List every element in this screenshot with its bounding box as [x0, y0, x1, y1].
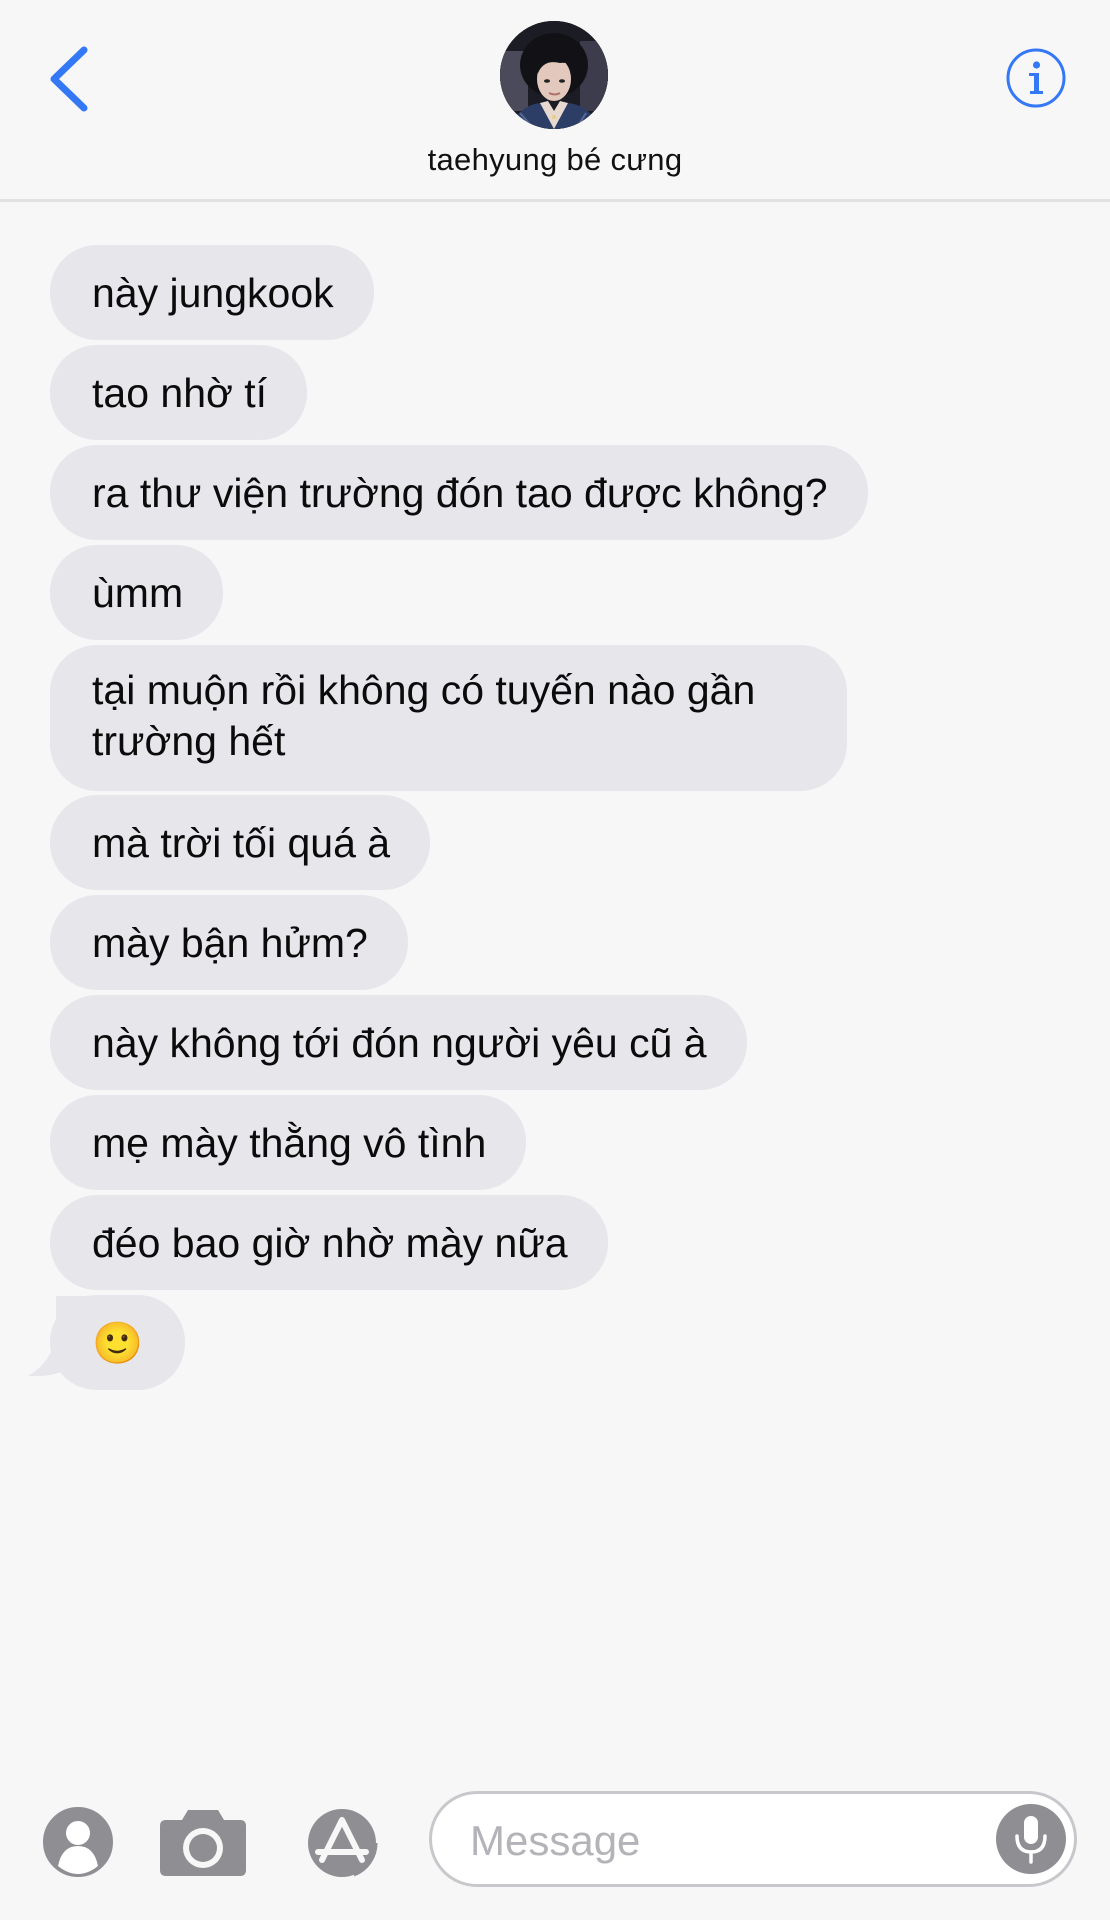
camera-icon	[160, 1810, 246, 1876]
message-input[interactable]	[468, 1812, 992, 1870]
chevron-left-icon	[50, 46, 88, 112]
microphone-icon	[996, 1804, 1066, 1874]
person-circle-icon	[43, 1807, 113, 1877]
message-bubble-emoji[interactable]: 🙂	[50, 1295, 186, 1390]
message-bubble[interactable]: mày bận hửm?	[50, 895, 408, 990]
contact-avatar[interactable]	[500, 21, 608, 129]
message-bubble[interactable]: này không tới đón người yêu cũ à	[50, 995, 747, 1090]
message-bubble[interactable]: tại muộn rồi không có tuyến nào gần trườ…	[50, 645, 847, 791]
app-store-button[interactable]	[298, 1806, 394, 1880]
message-bubble[interactable]: tao nhờ tí	[50, 345, 308, 440]
message-bubble[interactable]: ra thư viện trường đón tao được không?	[50, 445, 868, 540]
back-button[interactable]	[44, 44, 100, 114]
slightly-smiling-face-emoji: 🙂	[92, 1319, 144, 1367]
conversation-header: taehyung bé cưng	[0, 0, 1110, 202]
message-bubble[interactable]: này jungkook	[50, 245, 374, 340]
message-bubble[interactable]: mẹ mày thằng vô tình	[50, 1095, 527, 1190]
message-bubble[interactable]: đéo bao giờ nhờ mày nữa	[50, 1195, 608, 1290]
message-field[interactable]	[429, 1791, 1077, 1887]
dictation-button[interactable]	[996, 1804, 1066, 1874]
compose-bar	[0, 1778, 1110, 1920]
info-button[interactable]	[1005, 47, 1067, 109]
message-bubble[interactable]: ùmm	[50, 545, 224, 640]
camera-button[interactable]	[158, 1806, 248, 1878]
avatar-photo	[500, 21, 608, 129]
contact-name[interactable]: taehyung bé cưng	[0, 142, 1110, 178]
app-store-icon	[308, 1809, 378, 1877]
contacts-button[interactable]	[42, 1806, 114, 1878]
info-circle-icon	[1006, 48, 1066, 108]
message-bubble[interactable]: mà trời tối quá à	[50, 795, 431, 890]
